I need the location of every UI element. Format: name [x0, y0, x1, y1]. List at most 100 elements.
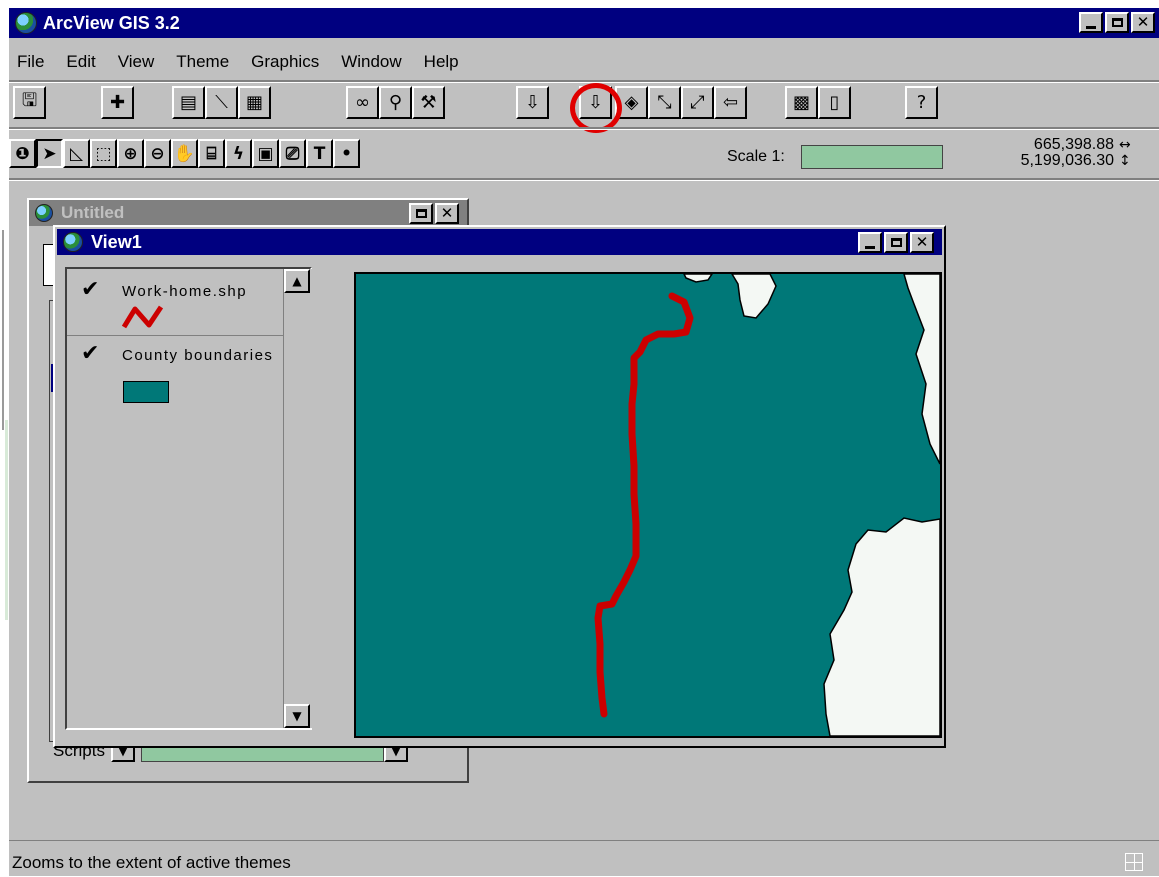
view-close-button[interactable]: ✕: [910, 232, 934, 253]
zoom-out-tool[interactable]: ⊖: [144, 139, 171, 168]
tools-divider: [9, 178, 1159, 181]
help-button[interactable]: ?: [905, 86, 938, 119]
zoom-full-icon: ⇩: [524, 92, 541, 113]
vertex-edit-icon: ◺: [69, 143, 84, 164]
scroll-up-button[interactable]: ▲: [284, 269, 310, 293]
resize-grip-icon[interactable]: [1125, 853, 1143, 871]
menu-theme[interactable]: Theme: [165, 48, 240, 76]
maximize-icon: [415, 209, 427, 218]
chevron-down-icon: ▼: [292, 709, 302, 723]
zoom-out-center-button[interactable]: ⤢: [681, 86, 714, 119]
label-icon: ⎚: [285, 143, 300, 164]
hotlink-icon: ϟ: [232, 143, 245, 164]
view-title-bar[interactable]: View1 ✕: [57, 229, 942, 255]
query-builder-button[interactable]: ⚒: [412, 86, 445, 119]
zoom-previous-button[interactable]: ⇦: [714, 86, 747, 119]
menu-help[interactable]: Help: [413, 48, 470, 76]
project-maximize-button[interactable]: [409, 203, 433, 224]
properties-icon: ▤: [179, 92, 197, 113]
pan-hand-icon: ✋: [173, 143, 196, 164]
project-globe-icon: [35, 204, 53, 222]
back-arrow-icon: ⇦: [722, 92, 739, 113]
select-by-theme-button[interactable]: ▩: [785, 86, 818, 119]
view-maximize-button[interactable]: [884, 232, 908, 253]
hotlink-tool[interactable]: ϟ: [225, 139, 252, 168]
toolbar-divider: [9, 127, 1159, 130]
find-button[interactable]: ∞: [346, 86, 379, 119]
select-feature-icon: ⬚: [95, 143, 112, 164]
scale-input[interactable]: [801, 145, 943, 169]
view-minimize-button[interactable]: [858, 232, 882, 253]
maximize-icon: [890, 238, 902, 247]
map-display[interactable]: [354, 272, 942, 738]
project-title-bar[interactable]: Untitled ✕: [29, 200, 467, 226]
table-icon: ▦: [245, 92, 263, 113]
menu-file[interactable]: File: [9, 48, 55, 76]
add-theme-button[interactable]: ✚: [101, 86, 134, 119]
view-title: View1: [91, 231, 142, 252]
zoom-to-full-extent-button[interactable]: ⇩: [516, 86, 549, 119]
coord-y: 5,199,036.30: [1020, 152, 1114, 169]
view-window[interactable]: View1 ✕ ✔ Work-home.shp ✔ County boundar…: [53, 225, 946, 748]
edit-legend-button[interactable]: ⟍: [205, 86, 238, 119]
theme-entry-work-home[interactable]: ✔ Work-home.shp: [67, 271, 307, 336]
vertex-edit-tool[interactable]: ◺: [63, 139, 90, 168]
clear-selected-button[interactable]: ▯: [818, 86, 851, 119]
menu-view[interactable]: View: [107, 48, 166, 76]
text-tool[interactable]: T: [306, 139, 333, 168]
view-globe-icon: [63, 232, 83, 252]
theme-name: County boundaries: [122, 347, 274, 364]
minimize-button[interactable]: [1079, 12, 1103, 33]
legend-icon: ⟍: [215, 92, 228, 113]
text-icon: T: [313, 143, 326, 164]
arcview-main-window: ArcView GIS 3.2 ✕ File Edit View Theme G…: [9, 8, 1159, 876]
area-of-interest-tool[interactable]: ▣: [252, 139, 279, 168]
locate-icon: ⚲: [388, 92, 403, 113]
maximize-button[interactable]: [1105, 12, 1129, 33]
plus-icon: ✚: [109, 92, 126, 113]
identify-icon: ❶: [15, 143, 30, 164]
zoom-in-center-button[interactable]: ⤡: [648, 86, 681, 119]
highlight-circle: [570, 83, 622, 133]
label-tool[interactable]: ⎚: [279, 139, 306, 168]
clear-icon: ▯: [829, 92, 840, 113]
close-button[interactable]: ✕: [1131, 12, 1155, 33]
menu-edit[interactable]: Edit: [55, 48, 106, 76]
floppy-icon: 🖫: [21, 89, 38, 111]
minimize-icon: [865, 245, 875, 249]
theme-properties-button[interactable]: ▤: [172, 86, 205, 119]
horizontal-arrow-icon: ↔: [1119, 137, 1131, 153]
theme-name: Work-home.shp: [122, 283, 248, 300]
binoculars-icon: ∞: [355, 92, 370, 113]
measure-tool[interactable]: ⌸: [198, 139, 225, 168]
scale-label: Scale 1:: [727, 148, 785, 165]
toc-scrollbar[interactable]: ▲ ▼: [283, 269, 312, 728]
save-project-button[interactable]: 🖫: [13, 86, 46, 119]
maximize-icon: [1111, 18, 1123, 27]
theme-visible-checkbox[interactable]: ✔: [81, 277, 99, 302]
zoom-in-tool[interactable]: ⊕: [117, 139, 144, 168]
project-close-button[interactable]: ✕: [435, 203, 459, 224]
globe-icon: [15, 12, 37, 34]
identify-tool[interactable]: ❶: [9, 139, 36, 168]
theme-visible-checkbox[interactable]: ✔: [81, 341, 99, 366]
app-title-bar[interactable]: ArcView GIS 3.2 ✕: [9, 8, 1159, 38]
app-title: ArcView GIS 3.2: [43, 12, 180, 33]
status-bar: Zooms to the extent of active themes: [9, 840, 1159, 877]
line-symbol-icon: [121, 305, 164, 329]
pan-tool[interactable]: ✋: [171, 139, 198, 168]
draw-point-tool[interactable]: •: [333, 139, 360, 168]
map-canvas[interactable]: [356, 274, 940, 736]
locate-address-button[interactable]: ⚲: [379, 86, 412, 119]
desktop-edge: [0, 0, 9, 876]
menu-window[interactable]: Window: [330, 48, 412, 76]
menu-divider: [9, 80, 1159, 83]
menu-graphics[interactable]: Graphics: [240, 48, 330, 76]
theme-entry-county-boundaries[interactable]: ✔ County boundaries: [67, 337, 307, 407]
pointer-tool[interactable]: ➤: [36, 139, 63, 168]
cursor-coordinates: 665,398.88 5,199,036.30: [994, 137, 1114, 169]
open-theme-table-button[interactable]: ▦: [238, 86, 271, 119]
select-feature-tool[interactable]: ⬚: [90, 139, 117, 168]
scroll-down-button[interactable]: ▼: [284, 704, 310, 728]
chevron-up-icon: ▲: [292, 274, 302, 288]
